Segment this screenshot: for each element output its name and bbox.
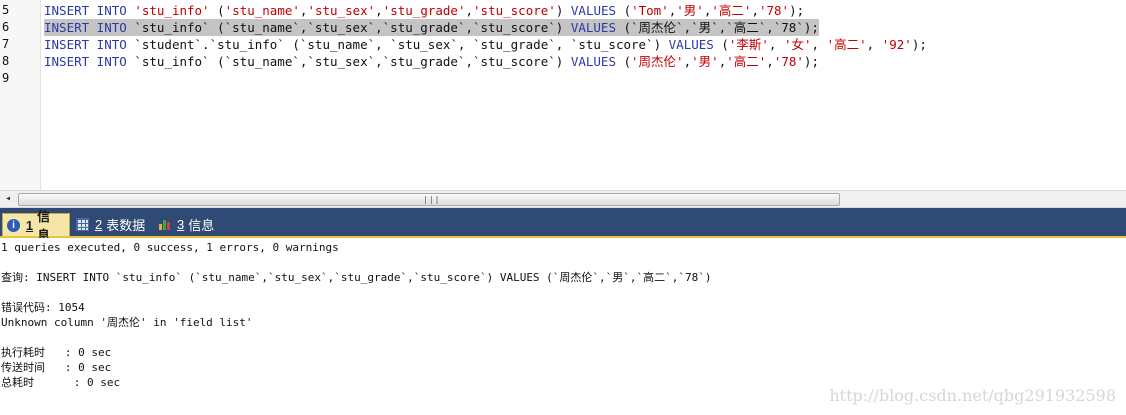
transfer-time: 传送时间 : 0 sec [1, 361, 112, 374]
line-number: 6 [2, 20, 10, 34]
tab-table-data[interactable]: 2 表数据 [72, 213, 152, 236]
editor-horizontal-scrollbar[interactable]: ◂ ||| [0, 190, 1126, 208]
sql-keyword: VALUES [570, 20, 616, 35]
sql-string: '高二' [726, 54, 767, 69]
sql-text: ( [616, 3, 632, 18]
sql-string: '高二' [711, 3, 752, 18]
execution-time: 执行耗时 : 0 sec [1, 346, 112, 359]
sql-text: `stu_info` (`stu_name`,`stu_sex`,`stu_gr… [134, 54, 571, 69]
code-line[interactable]: INSERT INTO `student`.`stu_info` (`stu_n… [44, 36, 927, 53]
sql-string: 'Tom' [631, 3, 669, 18]
sql-text: ( [209, 3, 225, 18]
sql-text: `student`.`stu_info` (`stu_name`, `stu_s… [134, 37, 669, 52]
sql-string: 'stu_name' [224, 3, 300, 18]
sql-keyword: INSERT INTO [44, 3, 135, 18]
scrollbar-thumb[interactable]: ||| [18, 193, 840, 206]
execution-summary: 1 queries executed, 0 success, 1 errors,… [1, 241, 339, 254]
sql-string: 'stu_info' [134, 3, 210, 18]
info-icon: i [7, 218, 20, 232]
tab-messages-3[interactable]: 3 信息 [154, 213, 222, 236]
sql-string: '78' [773, 54, 804, 69]
sql-string: '男' [676, 3, 704, 18]
sql-text: , [465, 3, 474, 18]
tab-number: 3 [177, 217, 185, 232]
sql-keyword: INSERT INTO [44, 37, 135, 52]
sql-text: , [811, 37, 827, 52]
blog-watermark: http://blog.csdn.net/qbg291932598 [829, 386, 1116, 405]
sql-text: ); [911, 37, 927, 52]
sql-client-window: 56789 INSERT INTO 'stu_info' ('stu_name'… [0, 0, 1126, 415]
sql-string: '78' [758, 3, 790, 18]
sql-text: , [768, 37, 784, 52]
line-number-gutter: 5 6 7 8 9 [0, 0, 41, 190]
sql-text: , [866, 37, 882, 52]
sql-text: `stu_info` (`stu_name`,`stu_sex`,`stu_gr… [134, 20, 571, 35]
sql-text: , [683, 54, 692, 69]
table-grid-icon [76, 218, 89, 231]
sql-string: 'stu_grade' [382, 3, 466, 18]
sql-text: ) [555, 3, 571, 18]
sql-text: ); [789, 3, 805, 18]
query-editor[interactable]: 56789 INSERT INTO 'stu_info' ('stu_name'… [0, 0, 1126, 190]
sql-keyword: VALUES [570, 3, 617, 18]
messages-panel[interactable]: 1 queries executed, 0 success, 1 errors,… [0, 238, 1126, 415]
sql-string: '女' [783, 37, 812, 52]
sql-keyword: INSERT INTO [44, 54, 135, 69]
result-tab-bar: i 1 信息 2 表数据 3 信息 [0, 208, 1126, 243]
tab-number: 1 [25, 217, 34, 233]
selected-code-line[interactable]: INSERT INTO `stu_info` (`stu_name`,`stu_… [44, 19, 819, 36]
sql-string: '周杰伦' [631, 54, 684, 69]
error-message: Unknown column '周杰伦' in 'field list' [1, 316, 253, 329]
total-time: 总耗时 : 0 sec [1, 376, 121, 389]
sql-string: '高二' [826, 37, 867, 52]
sql-text: ( [713, 37, 729, 52]
line-number: 8 [2, 54, 10, 68]
line-number: 7 [2, 37, 10, 51]
sql-string: '男' [691, 54, 719, 69]
sql-text: , [751, 3, 759, 18]
query-text: 查询: INSERT INTO `stu_info` (`stu_name`,`… [1, 271, 712, 284]
sql-keyword: VALUES [570, 54, 616, 69]
code-line[interactable]: INSERT INTO 'stu_info' ('stu_name','stu_… [44, 2, 804, 19]
error-code: 错误代码: 1054 [1, 301, 85, 314]
sql-text: (`周杰伦`,`男`,`高二`,`78`); [615, 20, 819, 35]
line-number: 9 [2, 71, 10, 85]
sql-text: , [375, 3, 383, 18]
sql-keyword: VALUES [668, 37, 714, 52]
sql-string: 'stu_score' [473, 3, 556, 18]
scrollbar-grip-icon: ||| [423, 195, 441, 204]
tab-messages-1[interactable]: i 1 信息 [2, 209, 70, 243]
tab-label: 表数据 [106, 218, 146, 233]
sql-text: ( [615, 54, 632, 69]
sql-string: '92' [881, 37, 912, 52]
scroll-left-arrow-icon[interactable]: ◂ [2, 192, 14, 206]
code-line[interactable]: INSERT INTO `stu_info` (`stu_name`,`stu_… [44, 53, 819, 70]
tab-number: 2 [95, 217, 103, 232]
sql-text: ); [803, 54, 819, 69]
sql-keyword: INSERT INTO [44, 20, 135, 35]
chart-icon [158, 218, 171, 231]
sql-string: 'stu_sex' [307, 3, 376, 18]
line-number: 5 [2, 3, 10, 17]
sql-string: '李斯' [728, 37, 769, 52]
tab-label: 信息 [188, 218, 215, 233]
sql-text: , [766, 54, 774, 69]
